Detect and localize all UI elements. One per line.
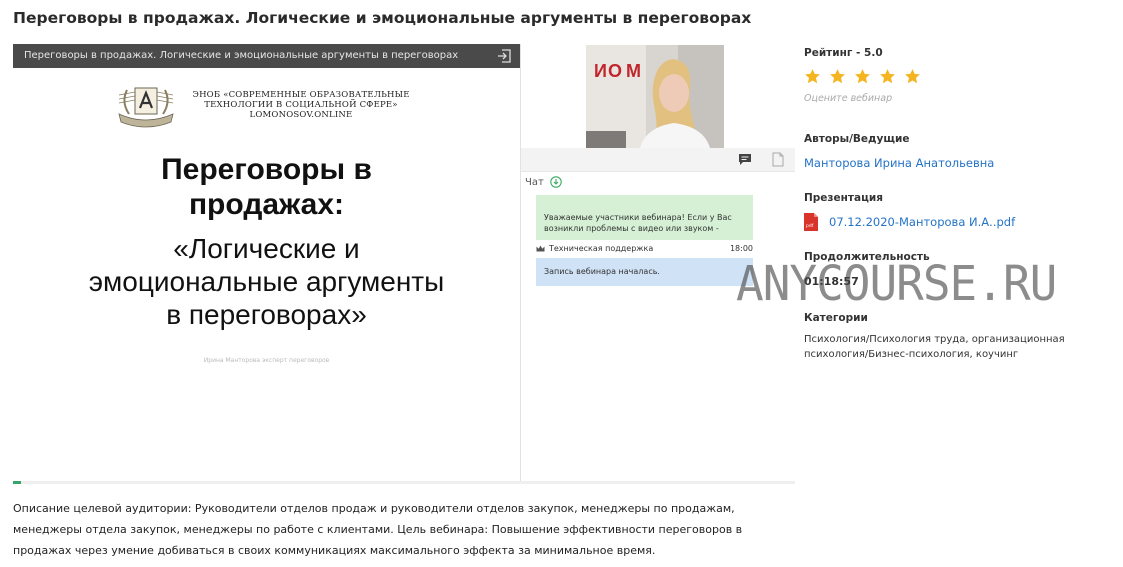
rating-label: Рейтинг - 5.0 bbox=[804, 47, 883, 59]
slide-bar-title: Переговоры в продажах. Логические и эмоц… bbox=[24, 50, 459, 61]
categories-value: Психология/Психология труда, организацио… bbox=[804, 334, 1065, 360]
presentation-slide: ЭНОБ «СОВРЕМЕННЫЕ ОБРАЗОВАТЕЛЬНЫЕ ТЕХНОЛ… bbox=[13, 68, 520, 483]
presentation-label: Презентация bbox=[804, 192, 883, 204]
chat-message-author: Техническая поддержка 18:00 bbox=[536, 244, 753, 256]
presenter-video-frame: И О М bbox=[586, 45, 724, 148]
presentation-file-link[interactable]: 07.12.2020-Манторова И.А..pdf bbox=[829, 215, 1015, 229]
svg-text:О: О bbox=[608, 61, 622, 81]
chat-title: Чат bbox=[525, 177, 544, 188]
svg-text:pdf: pdf bbox=[806, 223, 814, 229]
star-icon[interactable] bbox=[854, 68, 871, 85]
star-icon[interactable] bbox=[879, 68, 896, 85]
pdf-file-icon[interactable]: pdf bbox=[804, 213, 818, 231]
star-icon[interactable] bbox=[904, 68, 921, 85]
authors-label: Авторы/Ведущие bbox=[804, 133, 910, 145]
chat-message: Запись вебинара началась. bbox=[536, 258, 753, 286]
lomonosov-emblem-icon bbox=[118, 87, 174, 128]
download-circle-icon[interactable] bbox=[550, 176, 562, 188]
document-icon[interactable] bbox=[772, 152, 784, 167]
star-icon[interactable] bbox=[829, 68, 846, 85]
page-title: Переговоры в продажах. Логические и эмоц… bbox=[13, 9, 752, 27]
fullscreen-exit-icon[interactable] bbox=[497, 49, 511, 63]
rate-webinar-hint: Оцените вебинар bbox=[804, 93, 893, 104]
author-link[interactable]: Манторова Ирина Анатольевна bbox=[804, 156, 994, 170]
crown-icon bbox=[536, 245, 545, 252]
watermark: ANYCOURSE.RU bbox=[736, 254, 1057, 312]
star-icon[interactable] bbox=[804, 68, 821, 85]
chat-message-time: 18:00 bbox=[729, 244, 753, 253]
webinar-player: Переговоры в продажах. Логические и эмоц… bbox=[13, 44, 795, 484]
slide-heading: Переговоры в продажах: bbox=[161, 153, 372, 221]
categories-label: Категории bbox=[804, 312, 868, 324]
playback-progress-fill bbox=[13, 481, 21, 484]
slide-footer: Ирина Манторова эксперт переговоров bbox=[203, 357, 330, 364]
organization-name: ЭНОБ «СОВРЕМЕННЫЕ ОБРАЗОВАТЕЛЬНЫЕ ТЕХНОЛ… bbox=[192, 90, 410, 120]
chat-author-name: Техническая поддержка bbox=[549, 244, 654, 253]
organization-logo: ЭНОБ «СОВРЕМЕННЫЕ ОБРАЗОВАТЕЛЬНЫЕ ТЕХНОЛ… bbox=[115, 84, 425, 128]
presenter-video[interactable]: И О М bbox=[586, 45, 724, 148]
webinar-description: Описание целевой аудитории: Руководители… bbox=[13, 502, 743, 557]
chat-message: Уважаемые участники вебинара! Если у Вас… bbox=[536, 195, 753, 240]
svg-text:И: И bbox=[594, 61, 607, 81]
panel-toolbar bbox=[521, 148, 795, 172]
slide-title-bar: Переговоры в продажах. Логические и эмоц… bbox=[13, 44, 520, 68]
svg-text:М: М bbox=[626, 61, 641, 81]
slide-subheading: «Логические и эмоциональные аргументы в … bbox=[88, 233, 445, 330]
chat-icon[interactable] bbox=[738, 153, 752, 166]
playback-progress-bar[interactable] bbox=[13, 481, 795, 484]
